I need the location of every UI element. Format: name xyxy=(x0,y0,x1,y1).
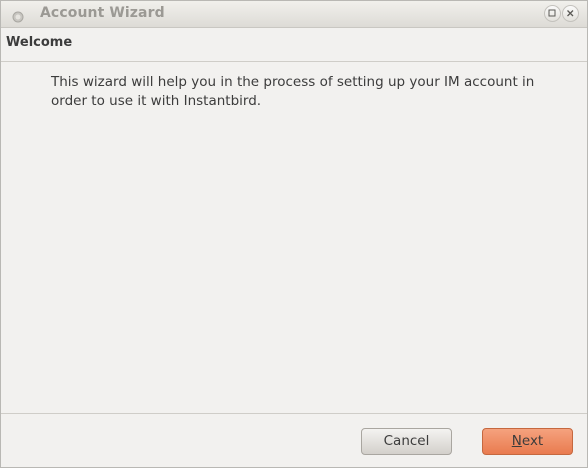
close-icon xyxy=(567,10,574,17)
cancel-button[interactable]: Cancel xyxy=(361,428,452,455)
footer-divider xyxy=(1,413,587,414)
wizard-header: Welcome xyxy=(1,28,587,62)
next-button-accelerator: N xyxy=(511,433,522,449)
wizard-description: This wizard will help you in the process… xyxy=(51,74,535,109)
next-button[interactable]: Next xyxy=(482,428,573,455)
account-wizard-window: Account Wizard Welcome This wizard will … xyxy=(0,0,588,468)
window-menu-icon[interactable] xyxy=(12,8,24,23)
maximize-button[interactable] xyxy=(544,5,561,22)
next-button-label-rest: ext xyxy=(521,433,544,449)
page-title: Welcome xyxy=(6,35,73,50)
titlebar[interactable]: Account Wizard xyxy=(1,1,587,28)
window-title: Account Wizard xyxy=(40,5,165,21)
maximize-icon xyxy=(548,9,556,17)
close-button[interactable] xyxy=(562,5,579,22)
